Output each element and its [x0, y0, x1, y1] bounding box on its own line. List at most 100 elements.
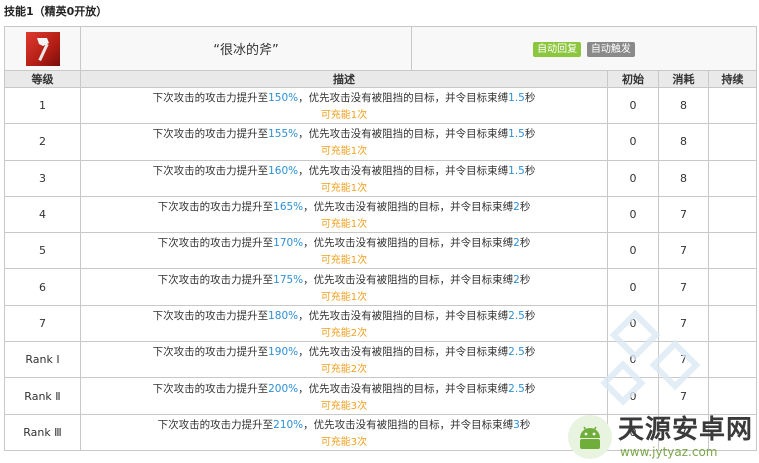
initial-cell: 0 [607, 413, 659, 451]
description-cell: 下次攻击的攻击力提升至190%，优先攻击没有被阻挡的目标，并令目标束缚2.5秒可… [80, 341, 608, 379]
level-cell: Rank Ⅱ [4, 377, 81, 415]
level-cell: Rank Ⅰ [4, 341, 81, 379]
skill-header-row: “很冰的斧” 自动回复 自动触发 [4, 26, 758, 71]
duration-cell [707, 377, 758, 415]
skill-tags: 自动回复 自动触发 [410, 26, 758, 71]
column-header-row: 等级 描述 初始 消耗 持续 [4, 70, 758, 88]
table-row: 1 下次攻击的攻击力提升至150%，优先攻击没有被阻挡的目标，并令目标束缚1.5秒… [4, 86, 758, 125]
desc-middle: ，优先攻击没有被阻挡的目标，并令目标束缚 [298, 382, 509, 395]
desc-suffix: 秒 [519, 201, 531, 214]
level-cell: Rank Ⅲ [4, 413, 81, 451]
level-cell: 6 [4, 268, 81, 306]
table-row: 7 下次攻击的攻击力提升至180%，优先攻击没有被阻挡的目标，并令目标束缚2.5秒… [4, 304, 758, 343]
duration-cell [707, 304, 758, 343]
desc-middle: ，优先攻击没有被阻挡的目标，并令目标束缚 [298, 309, 509, 322]
charge-text: 可充能2次 [320, 364, 368, 376]
bind-value: 2 [513, 237, 520, 250]
initial-cell: 0 [607, 86, 659, 125]
desc-prefix: 下次攻击的攻击力提升至 [157, 201, 274, 214]
desc-middle: ，优先攻击没有被阻挡的目标，并令目标束缚 [303, 201, 514, 214]
bind-value: 1.5 [508, 92, 525, 105]
initial-cell: 0 [607, 377, 659, 415]
duration-cell [707, 413, 758, 451]
description-text: 下次攻击的攻击力提升至155%，优先攻击没有被阻挡的目标，并令目标束缚1.5秒 [81, 126, 607, 142]
table-row: Rank Ⅱ 下次攻击的攻击力提升至200%，优先攻击没有被阻挡的目标，并令目标束… [4, 377, 758, 415]
cost-cell: 8 [658, 123, 709, 161]
skill-name: “很冰的斧” [80, 26, 412, 71]
duration-cell [707, 123, 758, 161]
auto-recovery-tag: 自动回复 [533, 41, 582, 57]
description-text: 下次攻击的攻击力提升至200%，优先攻击没有被阻挡的目标，并令目标束缚2.5秒 [81, 381, 607, 397]
desc-prefix: 下次攻击的攻击力提升至 [152, 128, 269, 141]
col-initial: 初始 [607, 70, 659, 88]
desc-suffix: 秒 [524, 128, 536, 141]
table-row: 4 下次攻击的攻击力提升至165%，优先攻击没有被阻挡的目标，并令目标束缚2秒 可充… [4, 195, 758, 234]
description-cell: 下次攻击的攻击力提升至165%，优先攻击没有被阻挡的目标，并令目标束缚2秒 可充能… [80, 195, 608, 234]
duration-cell [707, 268, 758, 306]
desc-prefix: 下次攻击的攻击力提升至 [152, 309, 269, 322]
atk-value: 175% [273, 273, 304, 286]
atk-value: 180% [268, 309, 299, 322]
desc-prefix: 下次攻击的攻击力提升至 [152, 382, 269, 395]
bind-value: 3 [513, 418, 520, 431]
cost-cell: 7 [658, 341, 709, 379]
bind-value: 2.5 [508, 346, 525, 359]
bind-value: 2.5 [508, 309, 525, 322]
description-text: 下次攻击的攻击力提升至150%，优先攻击没有被阻挡的目标，并令目标束缚1.5秒 [81, 90, 607, 106]
level-cell: 7 [4, 304, 81, 343]
charge-text: 可充能1次 [320, 291, 368, 303]
table-row: Rank Ⅰ 下次攻击的攻击力提升至190%，优先攻击没有被阻挡的目标，并令目标束… [4, 341, 758, 379]
skill-icon-cell [4, 26, 81, 71]
charge-text: 可充能1次 [320, 146, 368, 158]
desc-prefix: 下次攻击的攻击力提升至 [157, 418, 274, 431]
initial-cell: 0 [607, 341, 659, 379]
bind-value: 2 [513, 273, 520, 286]
description-cell: 下次攻击的攻击力提升至150%，优先攻击没有被阻挡的目标，并令目标束缚1.5秒可… [80, 86, 608, 125]
atk-value: 150% [268, 92, 299, 105]
desc-prefix: 下次攻击的攻击力提升至 [152, 346, 269, 359]
level-cell: 4 [4, 195, 81, 234]
description-cell: 下次攻击的攻击力提升至200%，优先攻击没有被阻挡的目标，并令目标束缚2.5秒可… [80, 377, 608, 415]
cost-cell: 7 [658, 268, 709, 306]
atk-value: 165% [273, 201, 304, 214]
charge-text: 可充能1次 [320, 182, 368, 194]
desc-suffix: 秒 [519, 273, 531, 286]
initial-cell: 0 [607, 268, 659, 306]
table-row: 3 下次攻击的攻击力提升至160%，优先攻击没有被阻挡的目标，并令目标束缚1.5秒… [4, 159, 758, 197]
desc-suffix: 秒 [524, 309, 536, 322]
desc-suffix: 秒 [524, 164, 536, 177]
duration-cell [707, 341, 758, 379]
description-text: 下次攻击的攻击力提升至210%，优先攻击没有被阻挡的目标，并令目标束缚3秒 [81, 417, 607, 433]
description-cell: 下次攻击的攻击力提升至175%，优先攻击没有被阻挡的目标，并令目标束缚2秒 可充能… [80, 268, 608, 306]
page-title: 技能1（精英0开放） [4, 5, 108, 18]
table-row: Rank Ⅲ 下次攻击的攻击力提升至210%，优先攻击没有被阻挡的目标，并令目标束… [4, 413, 758, 451]
level-cell: 5 [4, 232, 81, 270]
desc-prefix: 下次攻击的攻击力提升至 [152, 92, 269, 105]
charge-text: 可充能2次 [320, 327, 368, 339]
desc-prefix: 下次攻击的攻击力提升至 [157, 237, 274, 250]
atk-value: 160% [268, 164, 299, 177]
col-cost: 消耗 [658, 70, 709, 88]
charge-text: 可充能1次 [320, 255, 368, 267]
initial-cell: 0 [607, 232, 659, 270]
desc-middle: ，优先攻击没有被阻挡的目标，并令目标束缚 [303, 237, 514, 250]
col-description: 描述 [80, 70, 608, 88]
bind-value: 1.5 [508, 128, 525, 141]
col-duration: 持续 [707, 70, 758, 88]
description-text: 下次攻击的攻击力提升至160%，优先攻击没有被阻挡的目标，并令目标束缚1.5秒 [81, 163, 607, 179]
desc-suffix: 秒 [524, 382, 536, 395]
duration-cell [707, 232, 758, 270]
atk-value: 190% [268, 346, 299, 359]
auto-trigger-tag: 自动触发 [586, 41, 635, 57]
desc-suffix: 秒 [519, 237, 531, 250]
initial-cell: 0 [607, 195, 659, 234]
desc-middle: ，优先攻击没有被阻挡的目标，并令目标束缚 [303, 418, 514, 431]
bind-value: 2.5 [508, 382, 525, 395]
charge-text: 可充能1次 [320, 219, 368, 231]
duration-cell [707, 195, 758, 234]
initial-cell: 0 [607, 159, 659, 197]
col-level: 等级 [4, 70, 81, 88]
duration-cell [707, 159, 758, 197]
cost-cell: 7 [658, 195, 709, 234]
desc-middle: ，优先攻击没有被阻挡的目标，并令目标束缚 [303, 273, 514, 286]
